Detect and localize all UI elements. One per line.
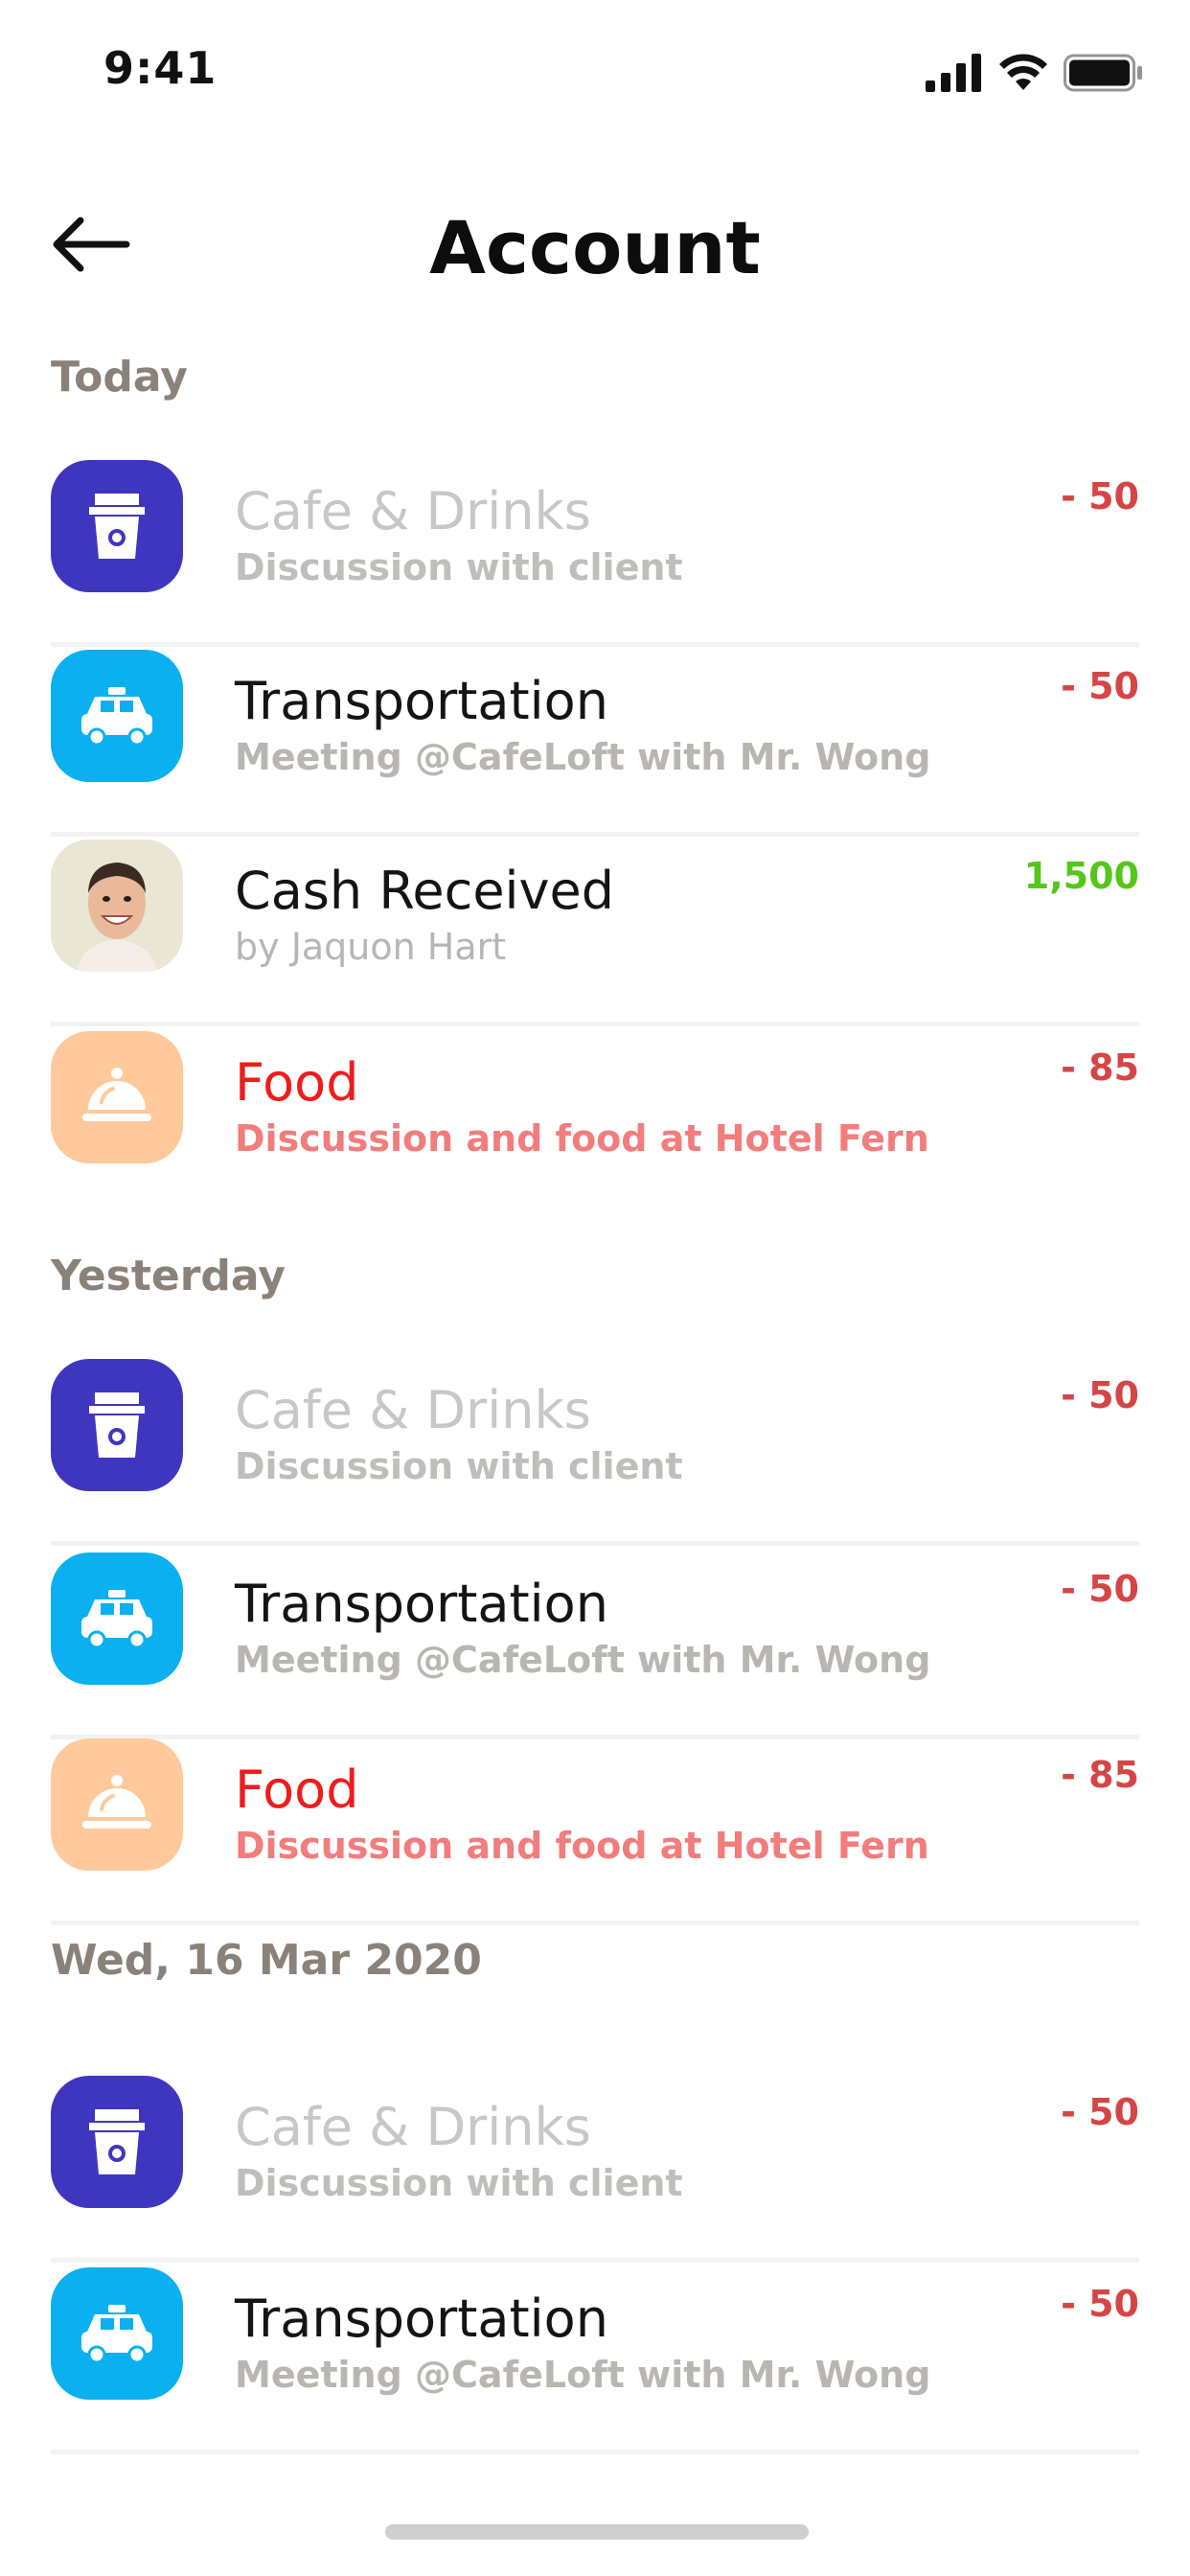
transaction-description: Meeting @CafeLoft with Mr. Wong — [235, 2354, 931, 2396]
divider — [51, 1541, 1139, 1546]
category-icon — [51, 2267, 183, 2400]
transaction-description: Meeting @CafeLoft with Mr. Wong — [235, 1639, 931, 1681]
coffee-cup-icon — [89, 2109, 145, 2174]
section-title-date: Wed, 16 Mar 2020 — [51, 1936, 482, 1985]
category-icon — [51, 2076, 183, 2208]
status-icons — [926, 54, 1144, 92]
status-time: 9:41 — [103, 42, 217, 94]
divider — [51, 1022, 1139, 1026]
section-title-today: Today — [51, 353, 188, 402]
category-icon — [51, 1738, 183, 1871]
transaction-row[interactable]: Cash Received by Jaquon Hart 1,500 — [51, 840, 1139, 1031]
cellular-signal-icon — [926, 54, 981, 92]
transaction-description: Meeting @CafeLoft with Mr. Wong — [235, 736, 931, 778]
transaction-row[interactable]: Cafe & Drinks Discussion with client - 5… — [51, 1359, 1139, 1551]
transaction-row[interactable]: Food Discussion and food at Hotel Fern -… — [51, 1738, 1139, 1930]
divider — [51, 832, 1139, 837]
battery-icon — [1064, 54, 1142, 92]
transaction-row[interactable]: Cafe & Drinks Discussion with client - 5… — [51, 460, 1139, 652]
transaction-description: Discussion with client — [235, 1445, 683, 1487]
transaction-amount: - 50 — [1061, 2091, 1139, 2133]
transaction-name: Transportation — [235, 671, 608, 731]
avatar-face-icon — [51, 840, 183, 972]
transaction-name: Cafe & Drinks — [235, 2097, 591, 2157]
transaction-name: Cafe & Drinks — [235, 481, 591, 541]
taxi-icon — [81, 1590, 152, 1649]
wifi-icon — [999, 54, 1047, 90]
divider — [51, 2258, 1139, 2263]
section-title-yesterday: Yesterday — [51, 1252, 286, 1300]
transaction-description: Discussion and food at Hotel Fern — [235, 1825, 929, 1867]
transaction-description: by Jaquon Hart — [235, 926, 507, 968]
transaction-description: Discussion with client — [235, 546, 683, 588]
coffee-cup-icon — [89, 494, 145, 559]
transaction-name: Transportation — [235, 1574, 608, 1634]
transaction-description: Discussion and food at Hotel Fern — [235, 1117, 929, 1160]
divider — [51, 642, 1139, 647]
page-title: Account — [429, 205, 761, 290]
transaction-description: Discussion with client — [235, 2162, 683, 2204]
taxi-icon — [81, 2305, 152, 2364]
transaction-amount: - 50 — [1061, 1568, 1139, 1610]
food-cloche-icon — [82, 1068, 151, 1121]
food-cloche-icon — [82, 1775, 151, 1828]
divider — [51, 1920, 1139, 1925]
category-icon — [51, 460, 183, 592]
transaction-amount: - 85 — [1061, 1046, 1139, 1089]
transaction-row[interactable]: Food Discussion and food at Hotel Fern -… — [51, 1031, 1139, 1223]
category-icon — [51, 1552, 183, 1685]
nav-header: Account — [0, 182, 1190, 316]
transaction-name: Cash Received — [235, 861, 615, 921]
status-bar: 9:41 — [0, 0, 1190, 144]
transaction-amount: - 85 — [1061, 1754, 1139, 1796]
category-icon — [51, 1359, 183, 1491]
category-icon — [51, 650, 183, 782]
category-icon — [51, 1031, 183, 1163]
avatar — [51, 840, 183, 972]
taxi-icon — [81, 687, 152, 747]
transaction-name: Transportation — [235, 2288, 608, 2349]
transaction-amount: - 50 — [1061, 475, 1139, 518]
transaction-row[interactable]: Transportation Meeting @CafeLoft with Mr… — [51, 1552, 1139, 1744]
transaction-amount: - 50 — [1061, 665, 1139, 707]
transaction-row[interactable]: Transportation Meeting @CafeLoft with Mr… — [51, 2267, 1139, 2459]
transaction-row[interactable]: Cafe & Drinks Discussion with client - 5… — [51, 2076, 1139, 2267]
divider — [51, 2450, 1139, 2454]
transaction-name: Food — [235, 1760, 359, 1820]
transaction-row[interactable]: Transportation Meeting @CafeLoft with Mr… — [51, 650, 1139, 841]
transaction-name: Cafe & Drinks — [235, 1380, 591, 1440]
coffee-cup-icon — [89, 1392, 145, 1458]
home-indicator[interactable] — [385, 2524, 809, 2540]
transaction-name: Food — [235, 1052, 359, 1113]
transaction-amount: - 50 — [1061, 1374, 1139, 1416]
transaction-amount: - 50 — [1061, 2283, 1139, 2325]
transaction-amount: 1,500 — [1023, 855, 1139, 897]
